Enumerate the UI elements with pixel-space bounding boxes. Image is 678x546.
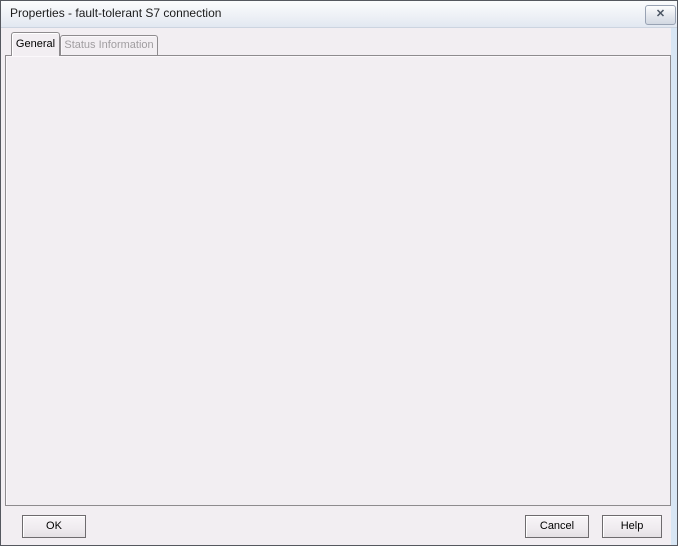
tab-general[interactable]: General (11, 32, 60, 56)
tab-status-information[interactable]: Status Information (60, 35, 158, 55)
window-title: Properties - fault-tolerant S7 connectio… (10, 6, 221, 20)
properties-dialog: Properties - fault-tolerant S7 connectio… (0, 0, 678, 546)
window-frame-strip (671, 28, 677, 545)
close-icon[interactable]: ✕ (645, 5, 676, 25)
title-bar: Properties - fault-tolerant S7 connectio… (1, 1, 677, 28)
cancel-button[interactable]: Cancel (525, 515, 589, 538)
tab-page (5, 55, 671, 506)
help-button[interactable]: Help (602, 515, 662, 538)
ok-button[interactable]: OK (22, 515, 86, 538)
